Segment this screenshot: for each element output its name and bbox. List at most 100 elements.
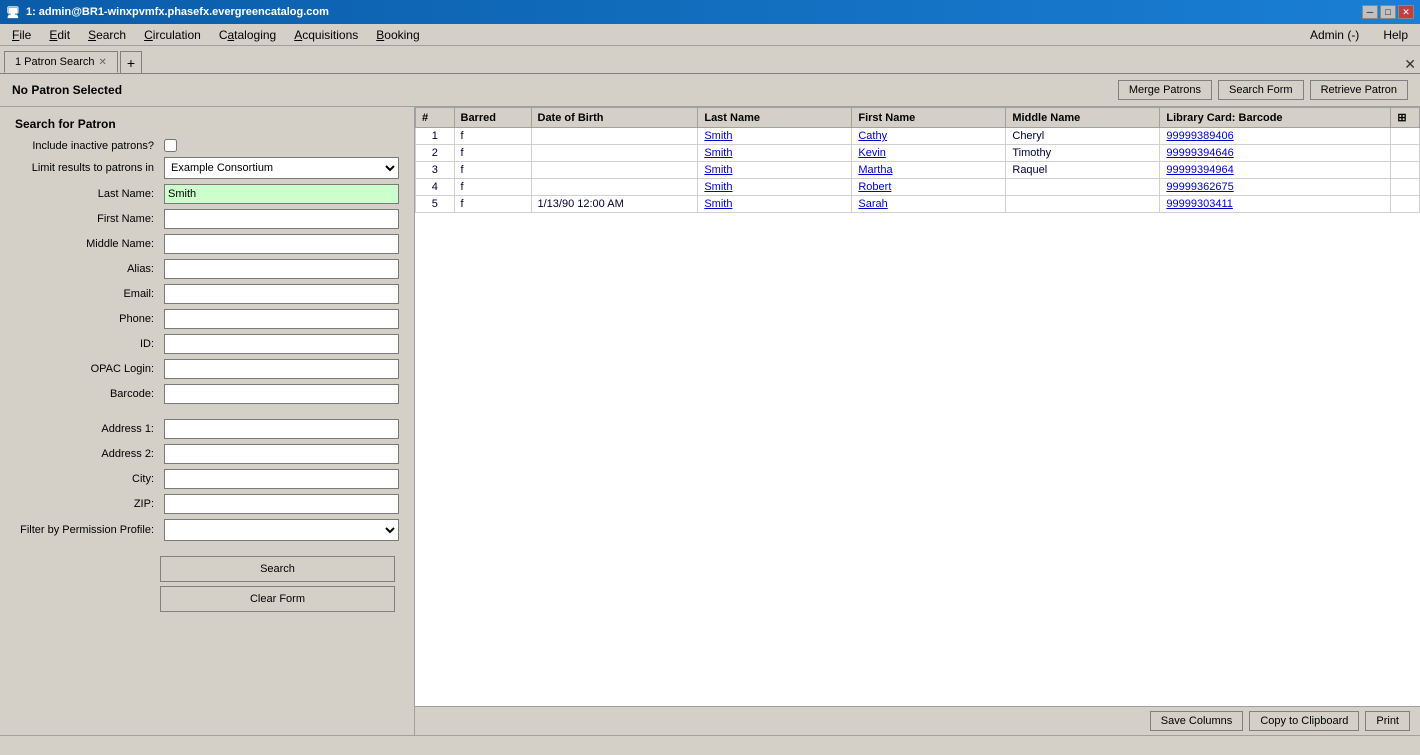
- table-row[interactable]: 2 f Smith Kevin Timothy 99999394646: [416, 145, 1420, 162]
- menu-cataloging[interactable]: Cataloging: [211, 26, 284, 44]
- address2-label: Address 2:: [15, 448, 160, 460]
- menu-circulation[interactable]: Circulation: [136, 26, 209, 44]
- col-header-expand[interactable]: ⊞: [1391, 108, 1420, 128]
- zip-label: ZIP:: [15, 498, 160, 510]
- cell-num: 5: [416, 196, 455, 213]
- first-name-input[interactable]: [164, 209, 399, 229]
- status-bar: [0, 735, 1420, 755]
- results-table-wrapper[interactable]: # Barred Date of Birth Last Name First N…: [415, 107, 1420, 706]
- cell-dob: 1/13/90 12:00 AM: [531, 196, 698, 213]
- menu-search[interactable]: Search: [80, 26, 134, 44]
- tab-window-close[interactable]: ✕: [1404, 56, 1416, 73]
- tab-label: 1 Patron Search: [15, 56, 95, 68]
- phone-row: Phone:: [15, 309, 399, 329]
- address1-label: Address 1:: [15, 423, 160, 435]
- barcode-label: Barcode:: [15, 388, 160, 400]
- retrieve-patron-button[interactable]: Retrieve Patron: [1310, 80, 1408, 100]
- cell-barred: f: [454, 162, 531, 179]
- address2-row: Address 2:: [15, 444, 399, 464]
- table-header-row: # Barred Date of Birth Last Name First N…: [416, 108, 1420, 128]
- col-header-barcode[interactable]: Library Card: Barcode: [1160, 108, 1391, 128]
- col-header-midname[interactable]: Middle Name: [1006, 108, 1160, 128]
- opac-login-label: OPAC Login:: [15, 363, 160, 375]
- alias-input[interactable]: [164, 259, 399, 279]
- table-row[interactable]: 3 f Smith Martha Raquel 99999394964: [416, 162, 1420, 179]
- include-inactive-row: Include inactive patrons?: [15, 139, 399, 152]
- tab-patron-search[interactable]: 1 Patron Search ✕: [4, 51, 118, 73]
- cell-lastname: Smith: [698, 196, 852, 213]
- col-header-dob[interactable]: Date of Birth: [531, 108, 698, 128]
- cell-barred: f: [454, 145, 531, 162]
- middle-name-row: Middle Name:: [15, 234, 399, 254]
- cell-barred: f: [454, 128, 531, 145]
- cell-expand: [1391, 145, 1420, 162]
- cell-firstname: Martha: [852, 162, 1006, 179]
- results-panel: # Barred Date of Birth Last Name First N…: [415, 107, 1420, 735]
- menu-booking[interactable]: Booking: [368, 26, 427, 44]
- cell-midname: Cheryl: [1006, 128, 1160, 145]
- merge-patrons-button[interactable]: Merge Patrons: [1118, 80, 1212, 100]
- cell-expand: [1391, 196, 1420, 213]
- cell-midname: [1006, 196, 1160, 213]
- email-input[interactable]: [164, 284, 399, 304]
- print-button[interactable]: Print: [1365, 711, 1410, 731]
- barcode-input[interactable]: [164, 384, 399, 404]
- address2-input[interactable]: [164, 444, 399, 464]
- cell-num: 1: [416, 128, 455, 145]
- phone-input[interactable]: [164, 309, 399, 329]
- address1-row: Address 1:: [15, 419, 399, 439]
- tab-add-button[interactable]: +: [120, 51, 142, 73]
- copy-clipboard-button[interactable]: Copy to Clipboard: [1249, 711, 1359, 731]
- alias-row: Alias:: [15, 259, 399, 279]
- city-input[interactable]: [164, 469, 399, 489]
- cell-firstname: Robert: [852, 179, 1006, 196]
- tab-close-icon[interactable]: ✕: [99, 57, 107, 68]
- close-button[interactable]: ✕: [1398, 5, 1414, 19]
- cell-dob: [531, 145, 698, 162]
- header-bar: No Patron Selected Merge Patrons Search …: [0, 74, 1420, 107]
- col-header-firstname[interactable]: First Name: [852, 108, 1006, 128]
- search-panel: Search for Patron Include inactive patro…: [0, 107, 415, 735]
- id-row: ID:: [15, 334, 399, 354]
- barcode-row: Barcode:: [15, 384, 399, 404]
- zip-input[interactable]: [164, 494, 399, 514]
- table-row[interactable]: 4 f Smith Robert 99999362675: [416, 179, 1420, 196]
- menu-edit[interactable]: Edit: [41, 26, 78, 44]
- last-name-input[interactable]: [164, 184, 399, 204]
- col-header-barred[interactable]: Barred: [454, 108, 531, 128]
- table-row[interactable]: 5 f 1/13/90 12:00 AM Smith Sarah 9999930…: [416, 196, 1420, 213]
- include-inactive-checkbox[interactable]: [164, 139, 177, 152]
- cell-dob: [531, 179, 698, 196]
- title-bar: 🖥 1: admin@BR1-winxpvmfx.phasefx.evergre…: [0, 0, 1420, 24]
- address1-input[interactable]: [164, 419, 399, 439]
- menu-help[interactable]: Help: [1375, 26, 1416, 44]
- menu-acquisitions[interactable]: Acquisitions: [286, 26, 366, 44]
- cell-dob: [531, 162, 698, 179]
- cell-barred: f: [454, 179, 531, 196]
- menu-file[interactable]: File: [4, 26, 39, 44]
- cell-expand: [1391, 128, 1420, 145]
- email-row: Email:: [15, 284, 399, 304]
- search-button[interactable]: Search: [160, 556, 395, 582]
- clear-form-button[interactable]: Clear Form: [160, 586, 395, 612]
- maximize-button[interactable]: □: [1380, 5, 1396, 19]
- id-input[interactable]: [164, 334, 399, 354]
- middle-name-label: Middle Name:: [15, 238, 160, 250]
- middle-name-input[interactable]: [164, 234, 399, 254]
- col-header-lastname[interactable]: Last Name: [698, 108, 852, 128]
- cell-midname: [1006, 179, 1160, 196]
- limit-results-select[interactable]: Example Consortium: [164, 157, 399, 179]
- filter-permission-select[interactable]: [164, 519, 399, 541]
- table-row[interactable]: 1 f Smith Cathy Cheryl 99999389406: [416, 128, 1420, 145]
- opac-login-input[interactable]: [164, 359, 399, 379]
- cell-expand: [1391, 179, 1420, 196]
- save-columns-button[interactable]: Save Columns: [1150, 711, 1244, 731]
- menu-admin[interactable]: Admin (-): [1302, 26, 1367, 44]
- title-bar-controls: ─ □ ✕: [1362, 5, 1414, 19]
- zip-row: ZIP:: [15, 494, 399, 514]
- minimize-button[interactable]: ─: [1362, 5, 1378, 19]
- last-name-label: Last Name:: [15, 188, 160, 200]
- search-form-button[interactable]: Search Form: [1218, 80, 1304, 100]
- city-label: City:: [15, 473, 160, 485]
- menu-right: Admin (-) Help: [1302, 26, 1416, 44]
